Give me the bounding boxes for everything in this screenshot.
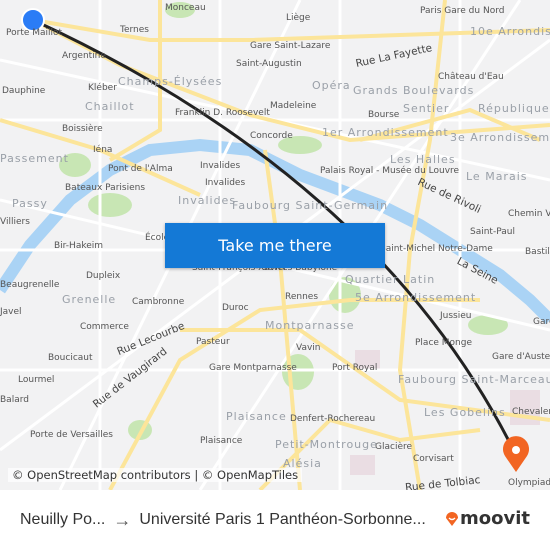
place-label: Pont de l'Alma	[108, 164, 173, 174]
place-label: Ternes	[120, 25, 149, 35]
place-label: Gare Montparnasse	[209, 363, 297, 373]
district-label: Passement	[0, 152, 69, 165]
place-label: Argentine	[62, 51, 106, 61]
map[interactable]: Monceau Liège Paris Gare du Nord Porte Mail…	[0, 0, 550, 490]
place-label: Duroc	[222, 303, 249, 313]
place-label: Invalides	[205, 178, 246, 188]
place-label: Franklin D. Roosevelt	[175, 108, 270, 118]
place-label: Vavin	[296, 343, 321, 353]
map-attribution[interactable]: © OpenStreetMap contributors | © OpenMap…	[8, 468, 303, 482]
place-label: Port Royal	[332, 363, 378, 373]
district-label: République	[478, 102, 550, 115]
district-label: Opéra	[312, 79, 351, 92]
district-label: 5e Arrondissement	[355, 291, 477, 304]
district-label: Petit-Montrouge	[275, 438, 378, 451]
place-label: Saint-Michel Notre-Dame	[380, 244, 493, 254]
place-label: Beaugrenelle	[0, 280, 60, 290]
district-label: Invalides	[178, 194, 237, 207]
place-label: Place Monge	[415, 338, 473, 348]
place-label: Paris Gare du Nord	[420, 6, 505, 16]
place-label: Pasteur	[196, 337, 230, 347]
district-label: Grands Boulevards	[353, 84, 475, 97]
place-label: Bastille	[525, 247, 550, 257]
place-label: Saint-Augustin	[236, 59, 302, 69]
district-label: Chaillot	[85, 100, 135, 113]
place-label: Cambronne	[132, 297, 185, 307]
place-label: Dupleix	[86, 271, 121, 281]
district-label: Montparnasse	[265, 319, 355, 332]
place-label: Boissière	[62, 124, 103, 134]
place-label: Glacière	[375, 442, 413, 452]
district-label: Quartier Latin	[345, 273, 436, 286]
district-label: Faubourg Saint-Germain	[232, 199, 389, 212]
district-label: Le Marais	[466, 170, 528, 183]
place-label: Porte de Versailles	[30, 430, 113, 440]
place-label: Corvisart	[413, 454, 454, 464]
place-label: Saint-Paul	[470, 227, 515, 237]
place-label: Denfert-Rochereau	[290, 414, 376, 424]
place-label: Boucicaut	[48, 353, 93, 363]
district-label: Grenelle	[62, 293, 117, 306]
place-label: Jussieu	[440, 311, 472, 321]
place-label: Chevaleret	[512, 407, 550, 417]
place-label: Javel	[0, 307, 22, 317]
place-label: Dauphine	[2, 86, 46, 96]
place-label: Iéna	[93, 145, 113, 155]
place-label: Olympiades	[508, 478, 550, 488]
place-label: Gare d'Austerlitz	[492, 352, 550, 362]
place-label: Monceau	[165, 3, 206, 13]
district-label: Faubourg Saint-Marceau	[398, 373, 550, 386]
district-label: Passy	[12, 197, 48, 210]
district-label: 3e Arrondissement	[450, 131, 550, 144]
place-label: Gare Saint-Lazare	[250, 41, 331, 51]
place-label: Commerce	[80, 322, 129, 332]
place-label: Plaisance	[200, 436, 243, 446]
place-label: Gare	[533, 317, 550, 327]
place-label: Château d'Eau	[438, 72, 504, 82]
district-label: Champs-Élysées	[118, 75, 223, 88]
district-label: 10e Arrondissement	[470, 25, 550, 38]
moovit-logo: moovit	[444, 508, 530, 529]
take-me-there-button[interactable]: Take me there	[165, 223, 385, 268]
origin-name: Neuilly Po...	[20, 511, 106, 528]
district-label: Plaisance	[226, 410, 287, 423]
district-label: Les Gobelins	[424, 406, 506, 419]
place-label: Invalides	[200, 161, 241, 171]
place-label: Concorde	[250, 131, 293, 141]
place-label: Bateaux Parisiens	[65, 183, 146, 193]
destination-marker-icon	[503, 436, 529, 472]
brand-name: moovit	[460, 508, 530, 529]
place-label: Bir-Hakeim	[54, 241, 104, 251]
moovit-pin-icon	[446, 511, 458, 526]
place-label: Bourse	[368, 110, 400, 120]
place-label: Liège	[286, 13, 311, 23]
arrow-right-icon: →	[113, 509, 132, 530]
destination-name: Université Paris 1 Panthéon-Sorbonne...	[139, 511, 426, 528]
place-label: Rennes	[285, 292, 319, 302]
place-label: Balard	[0, 395, 29, 405]
place-label: Villiers	[0, 217, 30, 227]
district-label: 1er Arrondissement	[322, 126, 449, 139]
place-label: Madeleine	[270, 101, 317, 111]
place-label: Kléber	[88, 83, 117, 93]
place-label: Palais Royal - Musée du Louvre	[320, 166, 460, 176]
place-label: Lourmel	[18, 375, 55, 385]
place-label: Chemin Vert	[508, 209, 550, 219]
place-label: Porte Maillot	[6, 28, 63, 38]
district-label: Sentier	[403, 102, 450, 115]
district-label: Les Halles	[390, 153, 456, 166]
